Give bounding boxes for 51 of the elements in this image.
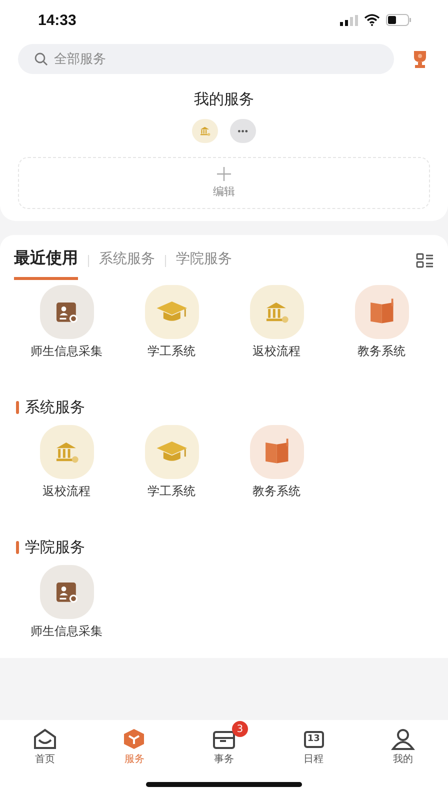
my-services-title: 我的服务 <box>193 90 255 109</box>
section-title: 系统服务 <box>25 398 85 417</box>
service-item[interactable]: 师生信息采集 <box>14 565 119 640</box>
nav-tab[interactable]: 13 日程 <box>284 720 344 766</box>
bank-icon <box>40 425 94 479</box>
battery-icon <box>386 14 412 26</box>
nav-tab[interactable]: 3 事务 <box>194 720 254 766</box>
notification-badge: 3 <box>232 721 248 737</box>
box-icon <box>122 728 146 750</box>
tab[interactable]: 最近使用 <box>14 242 78 280</box>
service-item[interactable]: 返校流程 <box>14 425 119 500</box>
service-item[interactable]: 教务系统 <box>329 285 434 360</box>
bank-icon <box>250 285 304 339</box>
section-title: 学院服务 <box>25 538 85 557</box>
signal-icon <box>340 14 358 26</box>
graduation-cap-icon <box>144 285 198 339</box>
nav-tab[interactable]: 首页 <box>14 720 75 766</box>
tab[interactable]: 学院服务 <box>176 244 232 278</box>
book-icon <box>354 285 408 339</box>
service-item[interactable]: 教务系统 <box>224 425 329 500</box>
more-icon[interactable] <box>230 119 256 143</box>
person-icon <box>391 728 416 750</box>
id-card-icon <box>40 565 94 619</box>
service-label: 学工系统 <box>148 483 196 500</box>
status-time: 14:33 <box>38 12 76 28</box>
tab[interactable]: 系统服务 <box>99 244 155 278</box>
plus-icon <box>217 167 231 181</box>
search-icon <box>34 52 48 66</box>
bank-icon <box>192 119 218 143</box>
service-item[interactable]: 师生信息采集 <box>14 285 119 360</box>
id-card-icon <box>40 285 94 339</box>
service-label: 返校流程 <box>252 343 300 360</box>
search-field[interactable]: 全部服务 <box>18 44 394 74</box>
service-label: 师生信息采集 <box>30 343 102 360</box>
nav-tab[interactable]: 我的 <box>373 720 434 766</box>
home-icon <box>32 728 57 750</box>
edit-button[interactable]: 编辑 <box>18 157 430 209</box>
service-item[interactable]: 学工系统 <box>119 285 224 360</box>
wifi-icon <box>364 14 380 26</box>
graduation-cap-icon <box>144 425 198 479</box>
service-label: 教务系统 <box>358 343 406 360</box>
service-label: 师生信息采集 <box>30 623 102 640</box>
service-label: 教务系统 <box>252 483 300 500</box>
tray-icon <box>212 728 236 750</box>
calendar-icon: 13 <box>304 730 324 748</box>
service-label: 学工系统 <box>148 343 196 360</box>
book-icon <box>250 425 304 479</box>
service-label: 返校流程 <box>42 483 90 500</box>
service-item[interactable]: 返校流程 <box>224 285 329 360</box>
service-item[interactable]: 学工系统 <box>119 425 224 500</box>
grid-list-icon[interactable] <box>416 253 434 269</box>
